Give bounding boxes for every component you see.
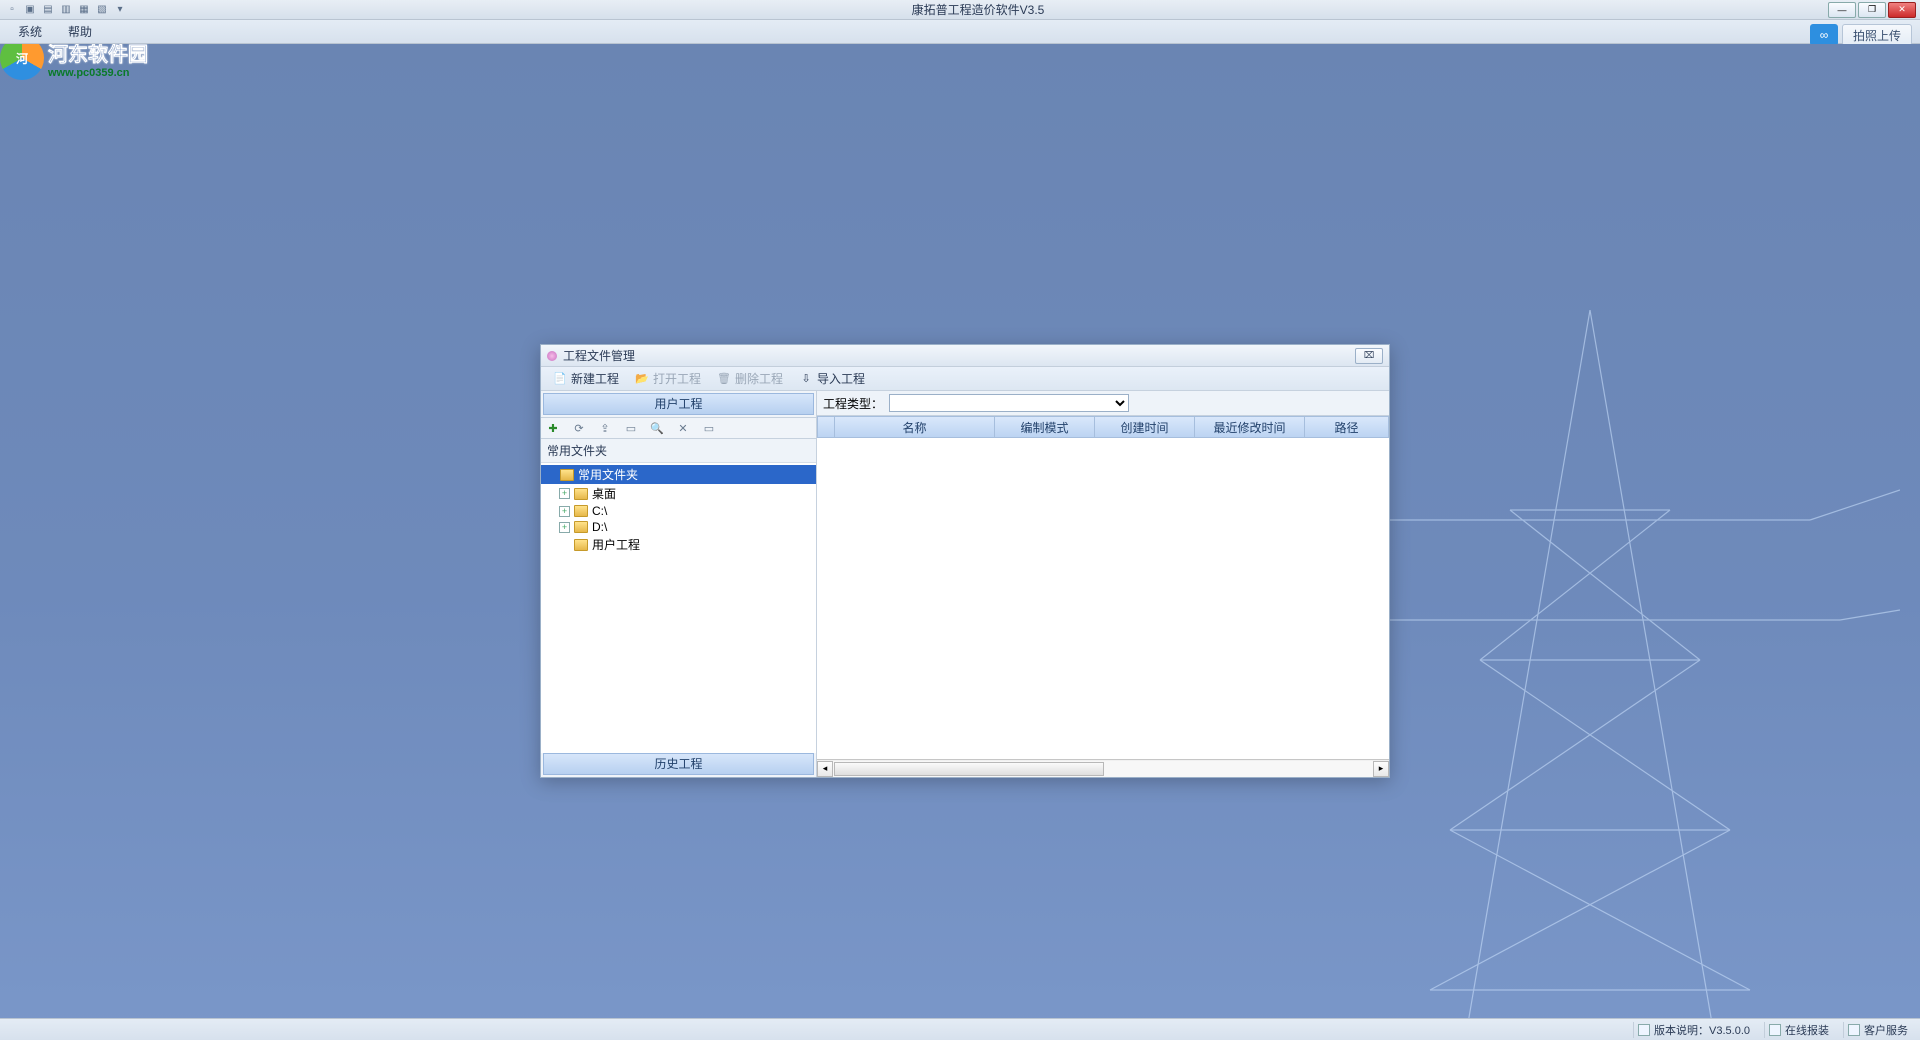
open-folder-icon: 📂 xyxy=(635,372,649,386)
menu-system[interactable]: 系统 xyxy=(12,21,48,42)
qat-icon[interactable]: ▧ xyxy=(94,2,110,18)
watermark-url: www.pc0359.cn xyxy=(48,67,148,79)
tree-node-favorites[interactable]: 常用文件夹 xyxy=(541,465,816,484)
grid-body[interactable] xyxy=(817,438,1389,759)
col-path[interactable]: 路径 xyxy=(1305,416,1389,438)
col-modified[interactable]: 最近修改时间 xyxy=(1195,416,1305,438)
import-project-button[interactable]: ⇩导入工程 xyxy=(793,368,871,389)
qat-open-icon[interactable]: ▣ xyxy=(22,2,38,18)
tree-node-d-drive[interactable]: +D:\ xyxy=(541,519,816,535)
expand-icon[interactable]: + xyxy=(559,522,570,533)
watermark-name: 河东软件园 xyxy=(48,44,148,67)
expand-icon[interactable]: + xyxy=(559,488,570,499)
site-logo-icon: 河 xyxy=(0,44,44,80)
expand-icon[interactable]: + xyxy=(559,506,570,517)
new-project-button[interactable]: 📄新建工程 xyxy=(547,368,625,389)
qat-new-icon[interactable]: ▫ xyxy=(4,2,20,18)
info-icon xyxy=(1638,1024,1650,1036)
folder-icon xyxy=(574,521,588,533)
folder-icon xyxy=(560,469,574,481)
grid-header: 名称 编制模式 创建时间 最近修改时间 路径 xyxy=(817,416,1389,438)
folder-icon xyxy=(574,488,588,500)
col-mode[interactable]: 编制模式 xyxy=(995,416,1095,438)
folder-up-icon[interactable]: ⇪ xyxy=(597,420,613,436)
dialog-close-button[interactable]: ⌧ xyxy=(1355,348,1383,364)
col-name[interactable]: 名称 xyxy=(835,416,995,438)
row-header-corner xyxy=(817,416,835,438)
scroll-left-icon[interactable]: ◂ xyxy=(817,761,833,777)
add-folder-icon[interactable]: ✚ xyxy=(545,420,561,436)
qat-icon[interactable]: ▦ xyxy=(76,2,92,18)
folder-icon xyxy=(574,505,588,517)
folder-icon xyxy=(574,539,588,551)
cloud-icon[interactable]: ∞ xyxy=(1810,24,1838,46)
dialog-icon xyxy=(547,351,557,361)
minimize-button[interactable]: — xyxy=(1828,2,1856,18)
upload-button[interactable]: 拍照上传 xyxy=(1842,24,1912,46)
status-service[interactable]: 客户服务 xyxy=(1843,1022,1912,1038)
menu-help[interactable]: 帮助 xyxy=(62,21,98,42)
section-label: 常用文件夹 xyxy=(541,439,816,463)
scroll-right-icon[interactable]: ▸ xyxy=(1373,761,1389,777)
project-grid[interactable]: 名称 编制模式 创建时间 最近修改时间 路径 ◂ ▸ xyxy=(817,415,1389,777)
tree-mini-toolbar: ✚ ⟳ ⇪ ▭ 🔍 ✕ ▭ xyxy=(541,417,816,439)
grid-h-scrollbar[interactable]: ◂ ▸ xyxy=(817,759,1389,777)
dialog-titlebar[interactable]: 工程文件管理 ⌧ xyxy=(541,345,1389,367)
history-projects-button[interactable]: 历史工程 xyxy=(543,753,814,775)
upgrade-icon xyxy=(1769,1024,1781,1036)
right-pane: 工程类型： 名称 编制模式 创建时间 最近修改时间 路径 xyxy=(817,391,1389,777)
close-button[interactable]: ✕ xyxy=(1888,2,1916,18)
project-file-manager-dialog: 工程文件管理 ⌧ 📄新建工程 📂打开工程 🗑删除工程 ⇩导入工程 用户工程 ✚ … xyxy=(540,344,1390,778)
import-icon: ⇩ xyxy=(799,372,813,386)
window-titlebar: ▫ ▣ ▤ ▥ ▦ ▧ ▾ 康拓普工程造价软件V3.5 — ❐ ✕ xyxy=(0,0,1920,20)
quick-access-toolbar: ▫ ▣ ▤ ▥ ▦ ▧ ▾ xyxy=(4,2,128,18)
left-pane: 用户工程 ✚ ⟳ ⇪ ▭ 🔍 ✕ ▭ 常用文件夹 常用文件夹 +桌面 + xyxy=(541,391,817,777)
tool-icon[interactable]: ✕ xyxy=(675,420,691,436)
maximize-button[interactable]: ❐ xyxy=(1858,2,1886,18)
status-version[interactable]: 版本说明：V3.5.0.0 xyxy=(1633,1022,1754,1038)
qat-save-icon[interactable]: ▤ xyxy=(40,2,56,18)
tree-node-desktop[interactable]: +桌面 xyxy=(541,484,816,503)
delete-icon: 🗑 xyxy=(717,372,731,386)
delete-project-button[interactable]: 🗑删除工程 xyxy=(711,368,789,389)
watermark: 河 河东软件园 www.pc0359.cn xyxy=(0,44,148,80)
app-title: 康拓普工程造价软件V3.5 xyxy=(128,1,1828,18)
tree-node-c-drive[interactable]: +C:\ xyxy=(541,503,816,519)
refresh-icon[interactable]: ⟳ xyxy=(571,420,587,436)
folder-icon[interactable]: ▭ xyxy=(623,420,639,436)
qat-icon[interactable]: ▥ xyxy=(58,2,74,18)
search-icon[interactable]: 🔍 xyxy=(649,420,665,436)
scroll-thumb[interactable] xyxy=(834,762,1104,776)
service-icon xyxy=(1848,1024,1860,1036)
qat-dropdown-icon[interactable]: ▾ xyxy=(112,2,128,18)
filter-row: 工程类型： xyxy=(817,391,1389,415)
folder-tree[interactable]: 常用文件夹 +桌面 +C:\ +D:\ 用户工程 xyxy=(541,463,816,753)
statusbar: 版本说明：V3.5.0.0 在线报装 客户服务 xyxy=(0,1018,1920,1040)
more-icon[interactable]: ▭ xyxy=(701,420,717,436)
open-project-button[interactable]: 📂打开工程 xyxy=(629,368,707,389)
menubar: 系统 帮助 xyxy=(0,20,1920,44)
new-file-icon: 📄 xyxy=(553,372,567,386)
status-online-upgrade[interactable]: 在线报装 xyxy=(1764,1022,1833,1038)
filter-label: 工程类型： xyxy=(823,395,883,412)
tree-node-user-projects[interactable]: 用户工程 xyxy=(541,535,816,554)
col-created[interactable]: 创建时间 xyxy=(1095,416,1195,438)
dialog-toolbar: 📄新建工程 📂打开工程 🗑删除工程 ⇩导入工程 xyxy=(541,367,1389,391)
workspace: 河 河东软件园 www.pc0359.cn 工程文件管理 ⌧ xyxy=(0,44,1920,1040)
project-type-select[interactable] xyxy=(889,394,1129,412)
dialog-title: 工程文件管理 xyxy=(563,347,635,364)
user-projects-button[interactable]: 用户工程 xyxy=(543,393,814,415)
